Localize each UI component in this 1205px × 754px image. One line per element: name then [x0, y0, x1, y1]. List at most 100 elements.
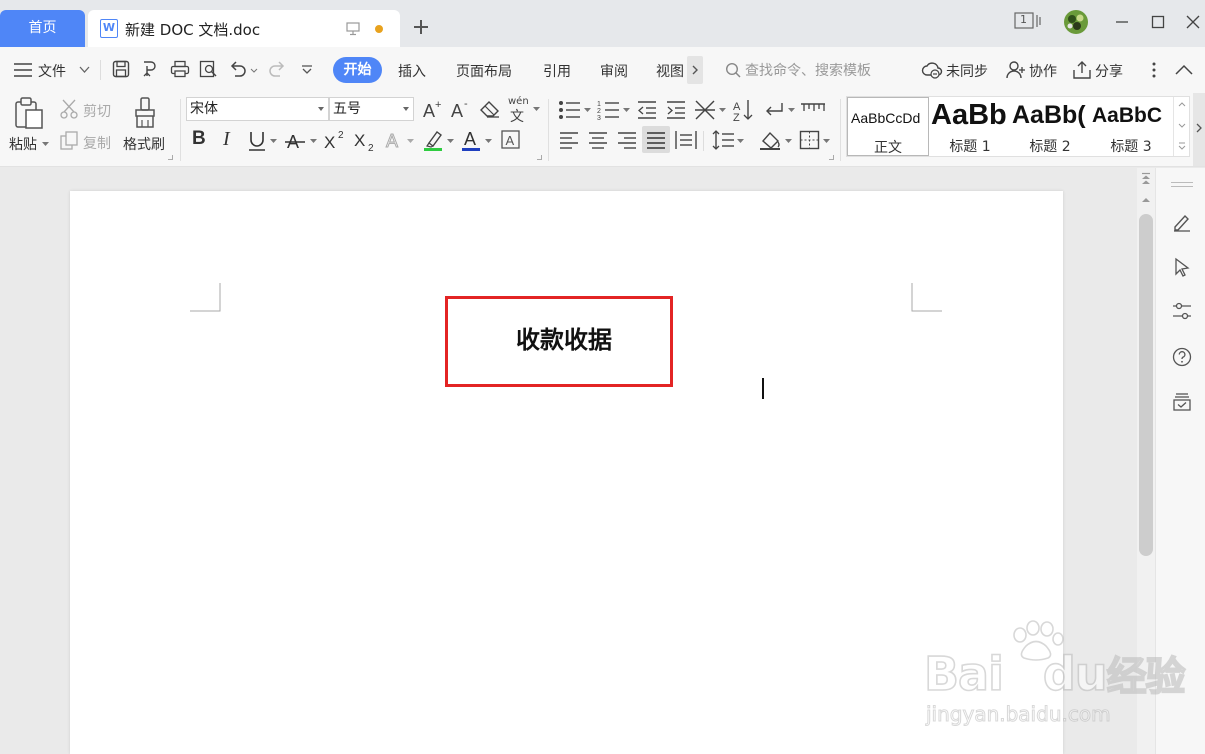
paste-dropdown-icon[interactable] — [42, 142, 49, 147]
tab-review[interactable]: 审阅 — [600, 61, 628, 81]
maximize-icon[interactable] — [1150, 14, 1166, 30]
close-icon[interactable] — [1185, 14, 1201, 30]
scroll-top-icon[interactable] — [1141, 172, 1151, 186]
font-size-select[interactable]: 五号 — [329, 97, 414, 121]
justify-button[interactable] — [642, 126, 670, 153]
show-marks-icon[interactable] — [764, 99, 786, 121]
number-dropdown-icon[interactable] — [623, 108, 630, 113]
ribbon-scroll-right[interactable] — [1193, 93, 1205, 166]
copy-button[interactable]: 复制 — [83, 133, 111, 153]
tab-start[interactable]: 开始 — [333, 57, 382, 83]
format-painter-button[interactable]: 格式刷 — [123, 134, 165, 154]
clipboard-group-launcher[interactable] — [168, 155, 173, 160]
bullet-dropdown-icon[interactable] — [584, 108, 591, 113]
increase-font-icon[interactable]: A + — [422, 98, 444, 120]
underline-dropdown-icon[interactable] — [270, 139, 277, 144]
monitor-icon[interactable] — [346, 22, 360, 36]
tab-ruler-icon[interactable] — [800, 99, 826, 121]
bold-icon[interactable]: B — [192, 128, 206, 150]
collapse-ribbon-icon[interactable] — [1175, 64, 1193, 75]
cut-button[interactable]: 剪切 — [83, 101, 111, 121]
highlight-dropdown-icon[interactable] — [447, 139, 454, 144]
styles-up-icon[interactable] — [1178, 102, 1186, 107]
pinyin-guide-icon[interactable]: wén 文 — [507, 96, 529, 125]
menu-file[interactable]: 文件 — [38, 61, 66, 81]
print-preview-icon[interactable] — [199, 60, 219, 78]
align-right-icon[interactable] — [617, 131, 637, 149]
borders-dropdown-icon[interactable] — [823, 139, 830, 144]
task-box-icon[interactable] — [1172, 392, 1192, 412]
sort-icon[interactable]: AZ — [733, 98, 755, 122]
tab-view[interactable]: 视图 — [656, 61, 686, 81]
style-heading-1[interactable]: AaBb 标题 1 — [931, 97, 1009, 156]
undo-dropdown-icon[interactable] — [250, 68, 258, 73]
styles-down-icon[interactable] — [1178, 123, 1186, 128]
paste-icon[interactable] — [13, 96, 45, 130]
tab-insert[interactable]: 插入 — [398, 61, 426, 81]
layout-dropdown-icon[interactable] — [719, 108, 726, 113]
collaborate-icon[interactable] — [1006, 60, 1026, 80]
text-effect-icon[interactable]: A — [384, 129, 406, 152]
print-icon[interactable] — [170, 60, 190, 78]
character-border-icon[interactable]: A — [500, 129, 522, 151]
shading-icon[interactable] — [759, 129, 783, 151]
share-button[interactable]: 分享 — [1095, 61, 1123, 81]
window-count-icon[interactable]: 1 — [1014, 11, 1042, 31]
document-page[interactable] — [70, 191, 1063, 754]
cloud-sync-icon[interactable] — [921, 60, 943, 80]
scrollbar-thumb[interactable] — [1139, 214, 1153, 556]
sync-status[interactable]: 未同步 — [946, 61, 988, 81]
tab-document[interactable]: W 新建 DOC 文档.doc — [88, 10, 400, 47]
subscript-icon[interactable]: X2 — [353, 128, 377, 152]
styles-more-icon[interactable] — [1178, 142, 1186, 150]
style-heading-3[interactable]: AaBbC 标题 3 — [1091, 97, 1171, 156]
minimize-icon[interactable] — [1114, 14, 1130, 30]
italic-icon[interactable]: I — [223, 128, 230, 151]
tabs-scroll-right[interactable] — [687, 56, 703, 84]
customize-toolbar-icon[interactable] — [301, 64, 313, 76]
marks-dropdown-icon[interactable] — [788, 108, 795, 113]
pinyin-dropdown-icon[interactable] — [533, 107, 540, 112]
chinese-layout-icon[interactable] — [694, 99, 718, 121]
clear-format-eraser-icon[interactable] — [479, 99, 501, 119]
scroll-up-icon[interactable] — [1141, 196, 1151, 203]
undo-icon[interactable] — [229, 60, 247, 78]
decrease-indent-icon[interactable] — [636, 100, 658, 120]
align-center-icon[interactable] — [588, 131, 608, 149]
increase-indent-icon[interactable] — [665, 100, 687, 120]
user-avatar[interactable] — [1062, 9, 1090, 35]
paragraph-group-launcher[interactable] — [829, 155, 834, 160]
strike-dropdown-icon[interactable] — [310, 139, 317, 144]
select-cursor-icon[interactable] — [1172, 257, 1192, 277]
paste-button[interactable]: 粘贴 — [9, 134, 37, 154]
style-normal[interactable]: AaBbCcDd 正文 — [847, 97, 929, 156]
highlight-icon[interactable] — [423, 128, 445, 152]
chevron-down-icon[interactable] — [79, 66, 90, 74]
document-heading[interactable]: 收款收据 — [516, 320, 612, 355]
shading-dropdown-icon[interactable] — [785, 139, 792, 144]
borders-icon[interactable] — [799, 130, 821, 150]
distribute-icon[interactable] — [675, 130, 697, 150]
font-color-dropdown-icon[interactable] — [485, 139, 492, 144]
superscript-icon[interactable]: X2 — [323, 128, 347, 152]
numbered-list-icon[interactable]: 123 — [597, 99, 621, 121]
format-painter-icon[interactable] — [132, 96, 158, 130]
collaborate-button[interactable]: 协作 — [1029, 61, 1057, 81]
tab-home[interactable]: 首页 — [0, 10, 85, 47]
style-heading-2[interactable]: AaBb( 标题 2 — [1011, 97, 1089, 156]
bullet-list-icon[interactable] — [558, 100, 582, 120]
tab-references[interactable]: 引用 — [543, 61, 571, 81]
spacing-dropdown-icon[interactable] — [737, 139, 744, 144]
search-command-input[interactable]: 查找命令、搜索模板 — [745, 60, 871, 80]
strikethrough-icon[interactable]: A — [284, 130, 306, 152]
underline-icon[interactable] — [247, 130, 267, 152]
share-icon[interactable] — [1072, 60, 1092, 80]
font-name-select[interactable]: 宋体 — [186, 97, 329, 121]
pen-edit-icon[interactable] — [1172, 212, 1192, 232]
more-vertical-icon[interactable] — [1150, 61, 1158, 79]
font-color-icon[interactable]: A — [461, 128, 483, 152]
save-icon[interactable] — [112, 60, 130, 78]
decrease-font-icon[interactable]: A- — [450, 98, 472, 120]
export-pdf-icon[interactable] — [141, 60, 161, 78]
new-tab-plus-icon[interactable] — [410, 16, 432, 38]
